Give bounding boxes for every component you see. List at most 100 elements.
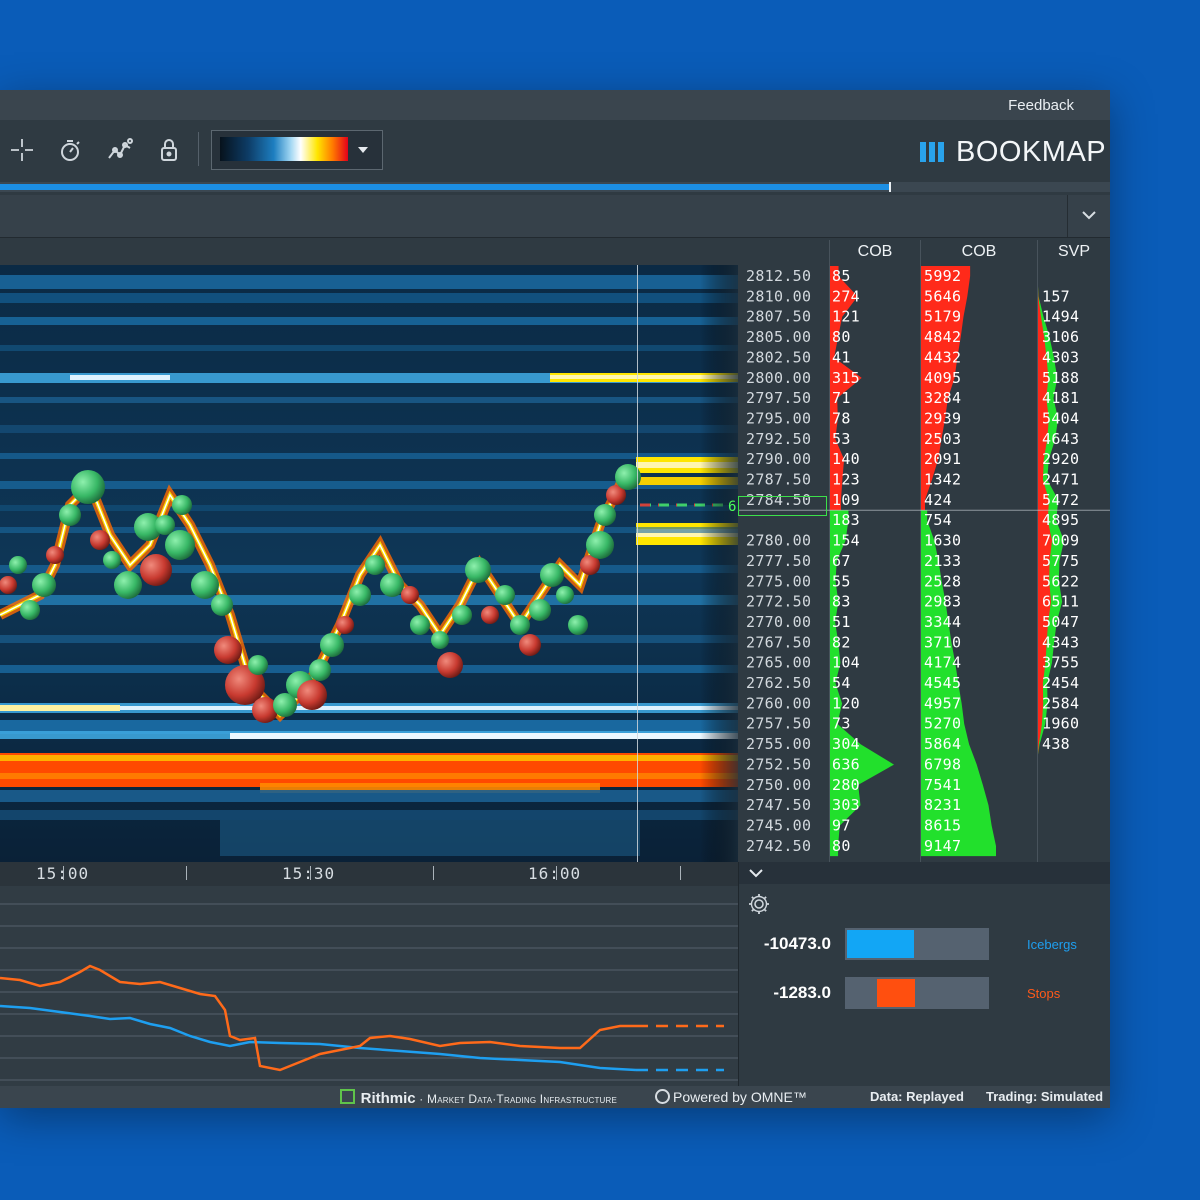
ladder-cob1-cell: 54 <box>832 674 851 692</box>
ladder-cob2-cell: 8615 <box>924 816 961 834</box>
replay-progress-fill <box>0 184 890 190</box>
ladder-svp-cell: 4895 <box>1042 511 1079 529</box>
ladder-cob1-cell: 636 <box>832 755 860 773</box>
ladder-cob2-cell: 9147 <box>924 837 961 855</box>
ladder-svp-cell: 5188 <box>1042 369 1079 387</box>
ladder-price-cell: 2757.50 <box>746 715 811 733</box>
ladder-cob1-cell: 53 <box>832 430 851 448</box>
time-label: 16:00 <box>528 864 582 883</box>
ladder-cob1-cell: 80 <box>832 837 851 855</box>
time-tick <box>186 866 187 880</box>
stops-label[interactable]: Stops <box>1027 986 1060 1001</box>
ladder-cob1-cell: 97 <box>832 816 851 834</box>
ladder-cob1-cell: 183 <box>832 511 860 529</box>
lock-icon[interactable] <box>155 136 183 164</box>
ladder-cob1-cell: 121 <box>832 308 860 326</box>
ladder-cob1-cell: 154 <box>832 532 860 550</box>
ladder-cob1-cell: 71 <box>832 389 851 407</box>
omne-text: Powered by OMNE™ <box>673 1089 807 1105</box>
replay-progress-knob[interactable] <box>889 182 891 192</box>
indicator-icon[interactable] <box>106 136 134 164</box>
ladder-cob2-cell: 6798 <box>924 755 961 773</box>
ladder-cob1-cell: 80 <box>832 328 851 346</box>
ladder-cob1-cell: 83 <box>832 593 851 611</box>
ladder-price-cell: 2742.50 <box>746 837 811 855</box>
ladder-cob2-cell: 3710 <box>924 633 961 651</box>
ladder-cob2-cell: 2939 <box>924 409 961 427</box>
time-tick <box>433 866 434 880</box>
ladder-cob2-cell: 3284 <box>924 389 961 407</box>
price-ladder[interactable]: COB COB SVP 2812.50 85 5992 2810.00 274 5646 1… <box>738 240 1110 862</box>
ladder-svp-cell: 2584 <box>1042 694 1079 712</box>
ladder-cob2-cell: 4432 <box>924 348 961 366</box>
ladder-cob1-cell: 73 <box>832 715 851 733</box>
tab-menu-button[interactable] <box>1067 195 1110 237</box>
ladder-price-cell: 2745.00 <box>746 816 811 834</box>
ladder-svp-cell: 1960 <box>1042 715 1079 733</box>
ladder-price-cell: 2767.50 <box>746 633 811 651</box>
ladder-cob1-cell: 304 <box>832 735 860 753</box>
icebergs-label[interactable]: Icebergs <box>1027 937 1077 952</box>
ladder-cob2-cell: 5270 <box>924 715 961 733</box>
ladder-cob2-cell: 424 <box>924 491 952 509</box>
crosshair-icon[interactable] <box>8 136 36 164</box>
gear-icon[interactable] <box>747 892 771 916</box>
bookmap-logo: BOOKMAP <box>920 136 1106 168</box>
ladder-svp-cell: 5404 <box>1042 409 1079 427</box>
ladder-svp-cell: 3755 <box>1042 654 1079 672</box>
current-price-highlight <box>738 496 827 516</box>
ladder-svp-cell: 5775 <box>1042 552 1079 570</box>
ladder-cob1-cell: 67 <box>832 552 851 570</box>
ladder-svp-cell: 2471 <box>1042 471 1079 489</box>
ladder-cob2-cell: 5179 <box>924 308 961 326</box>
ladder-svp-cell: 2454 <box>1042 674 1079 692</box>
logo-text: BOOKMAP <box>956 136 1107 168</box>
status-bar: Rithmic · Market Data·Trading Infrastruc… <box>0 1086 1110 1108</box>
ladder-price-cell: 2792.50 <box>746 430 811 448</box>
ladder-price-cell: 2777.50 <box>746 552 811 570</box>
ladder-svp-cell: 5047 <box>1042 613 1079 631</box>
ladder-cob2-cell: 5864 <box>924 735 961 753</box>
replay-progress-bar[interactable] <box>0 182 1110 192</box>
ladder-cob1-cell: 274 <box>832 287 860 305</box>
heatmap-chart[interactable] <box>0 265 738 862</box>
ladder-price-cell: 2752.50 <box>746 755 811 773</box>
stops-value: -1283.0 <box>773 983 831 1002</box>
ladder-price-cell: 2790.00 <box>746 450 811 468</box>
heatmap-canvas <box>0 265 738 862</box>
ladder-cob2-cell: 1630 <box>924 532 961 550</box>
icebergs-meter <box>845 928 989 960</box>
panel-collapse-bar[interactable] <box>739 862 1110 884</box>
current-price-tag: 6 <box>728 499 737 515</box>
ladder-price-cell: 2772.50 <box>746 593 811 611</box>
ladder-price-cell: 2787.50 <box>746 471 811 489</box>
ladder-cob1-cell: 140 <box>832 450 860 468</box>
stopwatch-icon[interactable] <box>56 136 84 164</box>
ladder-svp-cell: 4303 <box>1042 348 1079 366</box>
heatmap-palette-dropdown[interactable] <box>211 130 383 170</box>
ladder-cob2-cell: 2983 <box>924 593 961 611</box>
ladder-cob2-cell: 2528 <box>924 572 961 590</box>
feedback-link[interactable]: Feedback <box>1008 97 1074 114</box>
chevron-down-icon <box>749 869 763 878</box>
rithmic-brand: Rithmic <box>360 1090 416 1107</box>
ladder-svp-cell: 1494 <box>1042 308 1079 326</box>
ladder-cob1-cell: 55 <box>832 572 851 590</box>
ladder-cob2-cell: 7541 <box>924 776 961 794</box>
ladder-price-cell: 2755.00 <box>746 735 811 753</box>
ladder-price-cell: 2810.00 <box>746 287 811 305</box>
ladder-cob1-cell: 82 <box>832 633 851 651</box>
omne-credit: Powered by OMNE™ <box>655 1089 807 1105</box>
cvd-indicator-pane[interactable] <box>0 886 738 1086</box>
ladder-cob2-cell: 1342 <box>924 471 961 489</box>
ladder-price-cell: 2802.50 <box>746 348 811 366</box>
ladder-price-cell: 2812.50 <box>746 267 811 285</box>
toolbar: BOOKMAP <box>0 120 1110 178</box>
ladder-cob1-cell: 123 <box>832 471 860 489</box>
ladder-svp-cell: 438 <box>1042 735 1070 753</box>
stops-meter <box>845 977 989 1009</box>
ladder-cob1-cell: 41 <box>832 348 851 366</box>
icebergs-value: -10473.0 <box>763 934 831 953</box>
ladder-cob1-cell: 104 <box>832 654 860 672</box>
ladder-cob1-cell: 280 <box>832 776 860 794</box>
